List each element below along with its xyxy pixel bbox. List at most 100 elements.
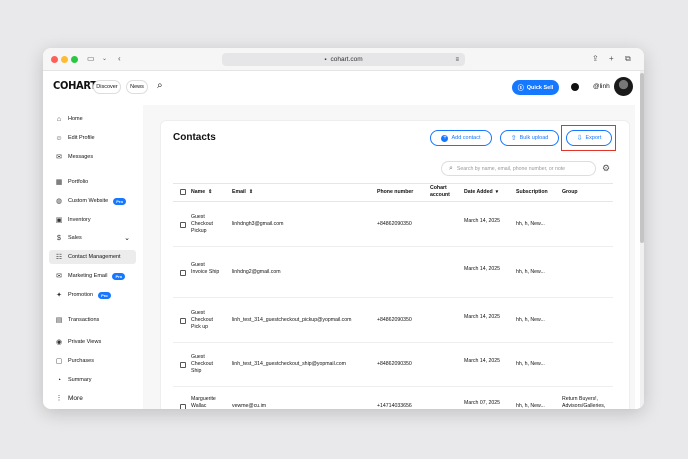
sort-desc-icon[interactable]: ▾ [496, 189, 499, 195]
bulk-upload-button[interactable]: ⇧ Bulk upload [500, 130, 559, 146]
cell-phone: +84862090350 [377, 317, 412, 323]
home-icon: ⌂ [56, 115, 62, 123]
sidebar-item-label: Sales [68, 235, 82, 241]
column-header-label: Subscription [516, 189, 548, 195]
sidebar-item-summary[interactable]: ◔ Summary [49, 373, 136, 387]
cell-name: Guest Checkout Ship [191, 354, 213, 374]
cell-phone: +14714033656 [377, 403, 412, 409]
portfolio-icon: ▦ [55, 179, 63, 186]
sidebar-item-messages[interactable]: ✉ Messages [49, 150, 136, 164]
contacts-search-input[interactable]: ⌕ Search by name, email, phone number, o… [441, 161, 596, 176]
sidebar-item-edit-profile[interactable]: ☺ Edit Profile [49, 131, 136, 145]
row-checkbox[interactable] [180, 270, 186, 276]
sidebar-item-inventory[interactable]: ▣ Inventory [49, 213, 136, 227]
column-header-date-added[interactable]: Date Added ▾ [464, 183, 498, 201]
sidebar-item-label: Transactions [68, 317, 100, 323]
cell-phone: +84862090350 [377, 361, 412, 367]
column-header-name[interactable]: Name ⇕ [191, 183, 213, 201]
sidebar-item-more[interactable]: ⋮ More [49, 391, 136, 405]
mail-icon: ✉ [56, 273, 62, 280]
discover-button[interactable]: Discover [93, 80, 121, 94]
chevron-down-icon[interactable]: ⌄ [124, 234, 130, 242]
row-checkbox[interactable] [180, 222, 186, 228]
address-bar[interactable]: ▪ cohart.com ≡ [222, 53, 465, 66]
sort-icon[interactable]: ⇕ [208, 189, 212, 195]
cell-subscription: hh, h, New... [516, 221, 545, 227]
news-button[interactable]: News [126, 80, 148, 94]
browser-titlebar: ▭ ⌄ ‹ ▪ cohart.com ≡ ⇪ + ⧉ [43, 48, 644, 71]
share-icon[interactable]: ⇪ [592, 54, 599, 64]
column-header-email[interactable]: Email ⇕ [232, 183, 253, 201]
column-header-group: Group [562, 183, 578, 201]
cell-subscription: hh, h, New... [516, 317, 545, 323]
search-icon[interactable]: ⌕ [157, 80, 163, 91]
table-row[interactable]: Guest Checkout Pick up linh_test_314_gues… [173, 298, 613, 343]
new-tab-icon[interactable]: + [609, 54, 614, 64]
sidebar-item-label: Contact Management [68, 254, 121, 260]
sidebar-item-label: More [68, 394, 83, 402]
column-header-label: Email [232, 189, 246, 195]
table-row[interactable]: Marguerite Wallac vewme@cu.im +14714033656… [173, 387, 613, 409]
sidebar-item-sales[interactable]: $ Sales ⌄ [49, 231, 136, 245]
table-row[interactable]: Guest Checkout Pickup linhdngh3@gmail.com… [173, 202, 613, 247]
notification-dot-icon[interactable] [571, 83, 579, 91]
sidebar-item-portfolio[interactable]: ▦ Portfolio [49, 175, 136, 189]
eye-icon: ◉ [55, 339, 63, 346]
upload-icon: ⇧ [510, 135, 517, 142]
cell-subscription: hh, h, New... [516, 269, 545, 275]
contacts-card: Contacts + Add contact ⇧ Bulk upload ⇩ E… [160, 120, 630, 409]
gear-icon[interactable]: ⚙ [602, 163, 610, 174]
cell-date: March 07, 2025 [464, 400, 501, 406]
sidebar-item-contact-management[interactable]: ☷ Contact Management [49, 250, 136, 264]
sidebar-item-home[interactable]: ⌂ Home [49, 112, 136, 126]
sidebar-item-custom-website[interactable]: ◍ Custom Website Pro [49, 194, 136, 208]
sidebar-item-label: Summary [68, 377, 92, 383]
back-icon[interactable]: ‹ [118, 54, 121, 64]
sidebar-item-promotion[interactable]: ✦ Promotion Pro [49, 288, 136, 302]
minimize-window-button[interactable] [61, 56, 68, 63]
contacts-icon: ☷ [55, 254, 63, 261]
table-row[interactable]: Guest Checkout Ship linh_test_314_guestch… [173, 343, 613, 387]
url-text: cohart.com [330, 56, 363, 63]
sidebar-item-label: Purchases [68, 358, 94, 364]
sidebar-item-label: Home [68, 116, 83, 122]
sidebar: ⌂ Home ☺ Edit Profile ✉ Messages ▦ Portfolio ◍ Cu… [43, 105, 143, 409]
table-row[interactable]: Guest Invoice Ship linhdng2@gmail.com Marc… [173, 247, 613, 298]
avatar[interactable] [614, 77, 633, 96]
add-contact-button[interactable]: + Add contact [430, 130, 492, 146]
sidebar-item-private-views[interactable]: ◉ Private Views [49, 335, 136, 349]
chevron-down-icon[interactable]: ⌄ [102, 54, 107, 64]
browser-window: ▭ ⌄ ‹ ▪ cohart.com ≡ ⇪ + ⧉ COHART Discov… [43, 48, 644, 409]
cohart-logo[interactable]: COHART [53, 79, 97, 92]
username[interactable]: @linh [593, 83, 610, 90]
row-checkbox[interactable] [180, 362, 186, 368]
sort-icon[interactable]: ⇕ [249, 189, 253, 195]
sidebar-item-purchases[interactable]: ▢ Purchases [49, 354, 136, 368]
column-header-label: Date Added [464, 189, 493, 195]
column-header-label: Group [562, 189, 578, 195]
sidebar-item-label: Edit Profile [68, 135, 95, 141]
site-icon: ▪ [324, 56, 327, 63]
app-header: COHART Discover News ⌕ ⓢ Quick Sell @lin… [43, 71, 644, 105]
row-checkbox[interactable] [180, 404, 186, 409]
cell-date: March 14, 2025 [464, 314, 501, 320]
sidebar-item-label: Private Views [68, 339, 102, 345]
sidebar-toggle-icon[interactable]: ▭ [87, 54, 95, 64]
sidebar-item-marketing-email[interactable]: ✉ Marketing Email Pro [49, 269, 136, 283]
search-icon: ⌕ [449, 164, 453, 172]
page-scrollbar-thumb[interactable] [640, 73, 644, 243]
sidebar-item-transactions[interactable]: ▤ Transactions [49, 313, 136, 327]
reader-icon[interactable]: ≡ [455, 57, 459, 63]
tabs-icon[interactable]: ⧉ [625, 54, 631, 64]
maximize-window-button[interactable] [71, 56, 78, 63]
dollar-circle-icon: ⓢ [517, 86, 524, 92]
dollar-icon: $ [57, 234, 61, 242]
bulk-upload-label: Bulk upload [519, 135, 549, 141]
search-placeholder: Search by name, email, phone number, or … [456, 165, 566, 172]
cell-email: vewme@cu.im [232, 403, 267, 409]
close-window-button[interactable] [51, 56, 58, 63]
cell-name: Guest Checkout Pick up [191, 310, 213, 330]
row-checkbox[interactable] [180, 318, 186, 324]
quick-sell-button[interactable]: ⓢ Quick Sell [512, 80, 559, 95]
select-all-checkbox[interactable] [180, 189, 186, 195]
